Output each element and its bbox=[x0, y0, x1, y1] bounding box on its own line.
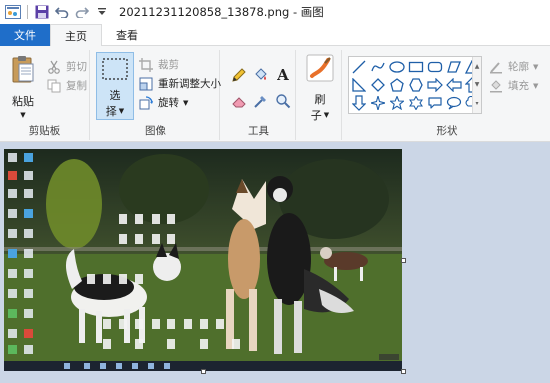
paste-icon bbox=[10, 54, 36, 87]
rotate-button[interactable]: 旋转 ▼ bbox=[138, 94, 188, 111]
copy-label: 复制 bbox=[66, 80, 87, 92]
paste-label: 粘贴 bbox=[12, 95, 34, 108]
right-arrow-shape-icon[interactable] bbox=[426, 76, 444, 94]
rectangle-shape-icon[interactable] bbox=[407, 58, 425, 76]
crop-label: 裁剪 bbox=[158, 59, 179, 71]
brushes-button[interactable]: 刷 子 ▼ bbox=[302, 54, 338, 122]
shape-fill-icon bbox=[488, 78, 504, 94]
fill-dropdown-icon: ▼ bbox=[533, 81, 539, 90]
select-button[interactable]: 选 择 ▼ bbox=[96, 52, 134, 120]
copy-button[interactable]: 复制 bbox=[46, 77, 87, 94]
outline-icon bbox=[488, 59, 504, 75]
image-group-label: 图像 bbox=[145, 125, 166, 137]
shapes-scrollbar[interactable]: ▲ ▼ ▾ bbox=[472, 57, 481, 113]
canvas-workspace[interactable] bbox=[0, 142, 550, 383]
window-title: 20211231120858_13878.png - 画图 bbox=[119, 5, 324, 19]
oval-shape-icon[interactable] bbox=[388, 58, 406, 76]
gallery-expand-icon[interactable]: ▾ bbox=[475, 100, 478, 107]
pencil-icon[interactable] bbox=[230, 66, 248, 84]
cut-label: 剪切 bbox=[66, 61, 87, 73]
six-point-star-shape-icon[interactable] bbox=[407, 94, 425, 112]
hexagon-shape-icon[interactable] bbox=[407, 76, 425, 94]
right-triangle-shape-icon[interactable] bbox=[350, 76, 368, 94]
canvas-resize-handle-right[interactable] bbox=[401, 258, 406, 263]
clipboard-group: 粘贴 ▼ 剪切 复制 剪贴板 bbox=[0, 50, 90, 140]
crop-button[interactable]: 裁剪 bbox=[138, 56, 179, 73]
undo-icon[interactable] bbox=[53, 3, 71, 21]
tab-view[interactable]: 查看 bbox=[102, 24, 152, 46]
rotate-label: 旋转 bbox=[158, 97, 179, 109]
canvas-image[interactable] bbox=[4, 149, 402, 371]
down-arrow-shape-icon[interactable] bbox=[350, 94, 368, 112]
outline-dropdown-icon: ▼ bbox=[533, 62, 539, 71]
clipboard-group-label: 剪贴板 bbox=[28, 125, 61, 137]
dogs-desktop-photo bbox=[4, 149, 402, 371]
paint-app-icon[interactable] bbox=[4, 3, 22, 21]
select-label-row: 择 ▼ bbox=[106, 103, 124, 119]
brushes-label-row: 子 ▼ bbox=[311, 107, 329, 123]
scroll-down-icon[interactable]: ▼ bbox=[475, 81, 480, 88]
four-point-star-shape-icon[interactable] bbox=[369, 94, 387, 112]
resize-button[interactable]: 重新调整大小 bbox=[138, 75, 221, 92]
select-rectangle-icon bbox=[101, 57, 129, 84]
rounded-rectangle-shape-icon[interactable] bbox=[426, 58, 444, 76]
pentagon-shape-icon[interactable] bbox=[388, 76, 406, 94]
color-picker-icon[interactable] bbox=[252, 92, 270, 110]
tools-group-label: 工具 bbox=[248, 125, 269, 137]
brushes-group: 刷 子 ▼ bbox=[298, 50, 342, 140]
quick-access-toolbar bbox=[0, 0, 111, 24]
rotate-dropdown-icon: ▼ bbox=[183, 98, 189, 107]
tools-group: A 工具 bbox=[222, 50, 296, 140]
left-arrow-shape-icon[interactable] bbox=[445, 76, 463, 94]
brushes-dropdown-icon: ▼ bbox=[323, 111, 330, 119]
brush-icon bbox=[306, 54, 334, 85]
canvas-resize-handle-corner[interactable] bbox=[401, 369, 406, 374]
paste-dropdown-icon: ▼ bbox=[20, 111, 26, 119]
ribbon-tabs: 文件 主页 查看 bbox=[0, 24, 550, 47]
save-icon[interactable] bbox=[33, 3, 51, 21]
curve-shape-icon[interactable] bbox=[369, 58, 387, 76]
copy-icon bbox=[46, 78, 62, 94]
rotate-icon bbox=[138, 95, 154, 111]
shapes-group-label: 形状 bbox=[436, 125, 458, 137]
fill-button[interactable]: 填充 ▼ bbox=[488, 77, 538, 94]
tab-file[interactable]: 文件 bbox=[0, 24, 50, 46]
crop-icon bbox=[138, 57, 154, 73]
customize-qat-icon[interactable] bbox=[93, 3, 111, 21]
brushes-label-2: 子 bbox=[310, 109, 322, 122]
image-group: 选 择 ▼ 裁剪 重新调整大小 旋转 ▼ 图像 bbox=[92, 50, 221, 140]
tab-home[interactable]: 主页 bbox=[50, 24, 102, 47]
ribbon: 粘贴 ▼ 剪切 复制 剪贴板 选 择 ▼ 裁剪 重新调整大小 旋转 ▼ 图像 A… bbox=[0, 46, 550, 142]
select-label-2: 择 bbox=[105, 105, 117, 118]
fill-bucket-icon[interactable] bbox=[252, 66, 270, 84]
canvas-resize-handle-bottom[interactable] bbox=[201, 369, 206, 374]
shapes-gallery: ▲ ▼ ▾ bbox=[348, 56, 482, 114]
diamond-shape-icon[interactable] bbox=[369, 76, 387, 94]
outline-label: 轮廓 bbox=[508, 61, 529, 73]
select-label: 选 bbox=[109, 89, 121, 102]
scroll-up-icon[interactable]: ▲ bbox=[475, 63, 480, 70]
outline-button[interactable]: 轮廓 ▼ bbox=[488, 58, 538, 75]
redo-icon[interactable] bbox=[73, 3, 91, 21]
select-dropdown-icon: ▼ bbox=[118, 107, 125, 115]
magnifier-icon[interactable] bbox=[274, 92, 292, 110]
shapes-group: ▲ ▼ ▾ 轮廓 ▼ 填充 ▼ 形状 bbox=[344, 50, 550, 140]
line-shape-icon[interactable] bbox=[350, 58, 368, 76]
paste-button[interactable]: 粘贴 ▼ bbox=[4, 54, 42, 119]
five-point-star-shape-icon[interactable] bbox=[388, 94, 406, 112]
resize-label: 重新调整大小 bbox=[158, 78, 221, 90]
rounded-callout-shape-icon[interactable] bbox=[426, 94, 444, 112]
text-tool-icon[interactable]: A bbox=[274, 66, 292, 84]
eraser-icon[interactable] bbox=[230, 92, 248, 110]
cut-button[interactable]: 剪切 bbox=[46, 58, 87, 75]
qat-separator bbox=[27, 5, 28, 19]
polygon-shape-icon[interactable] bbox=[445, 58, 463, 76]
resize-icon bbox=[138, 76, 154, 92]
title-bar: 20211231120858_13878.png - 画图 bbox=[0, 0, 550, 24]
fill-label: 填充 bbox=[508, 80, 529, 92]
scissors-icon bbox=[46, 59, 62, 75]
brushes-label-1: 刷 bbox=[314, 93, 326, 106]
oval-callout-shape-icon[interactable] bbox=[445, 94, 463, 112]
